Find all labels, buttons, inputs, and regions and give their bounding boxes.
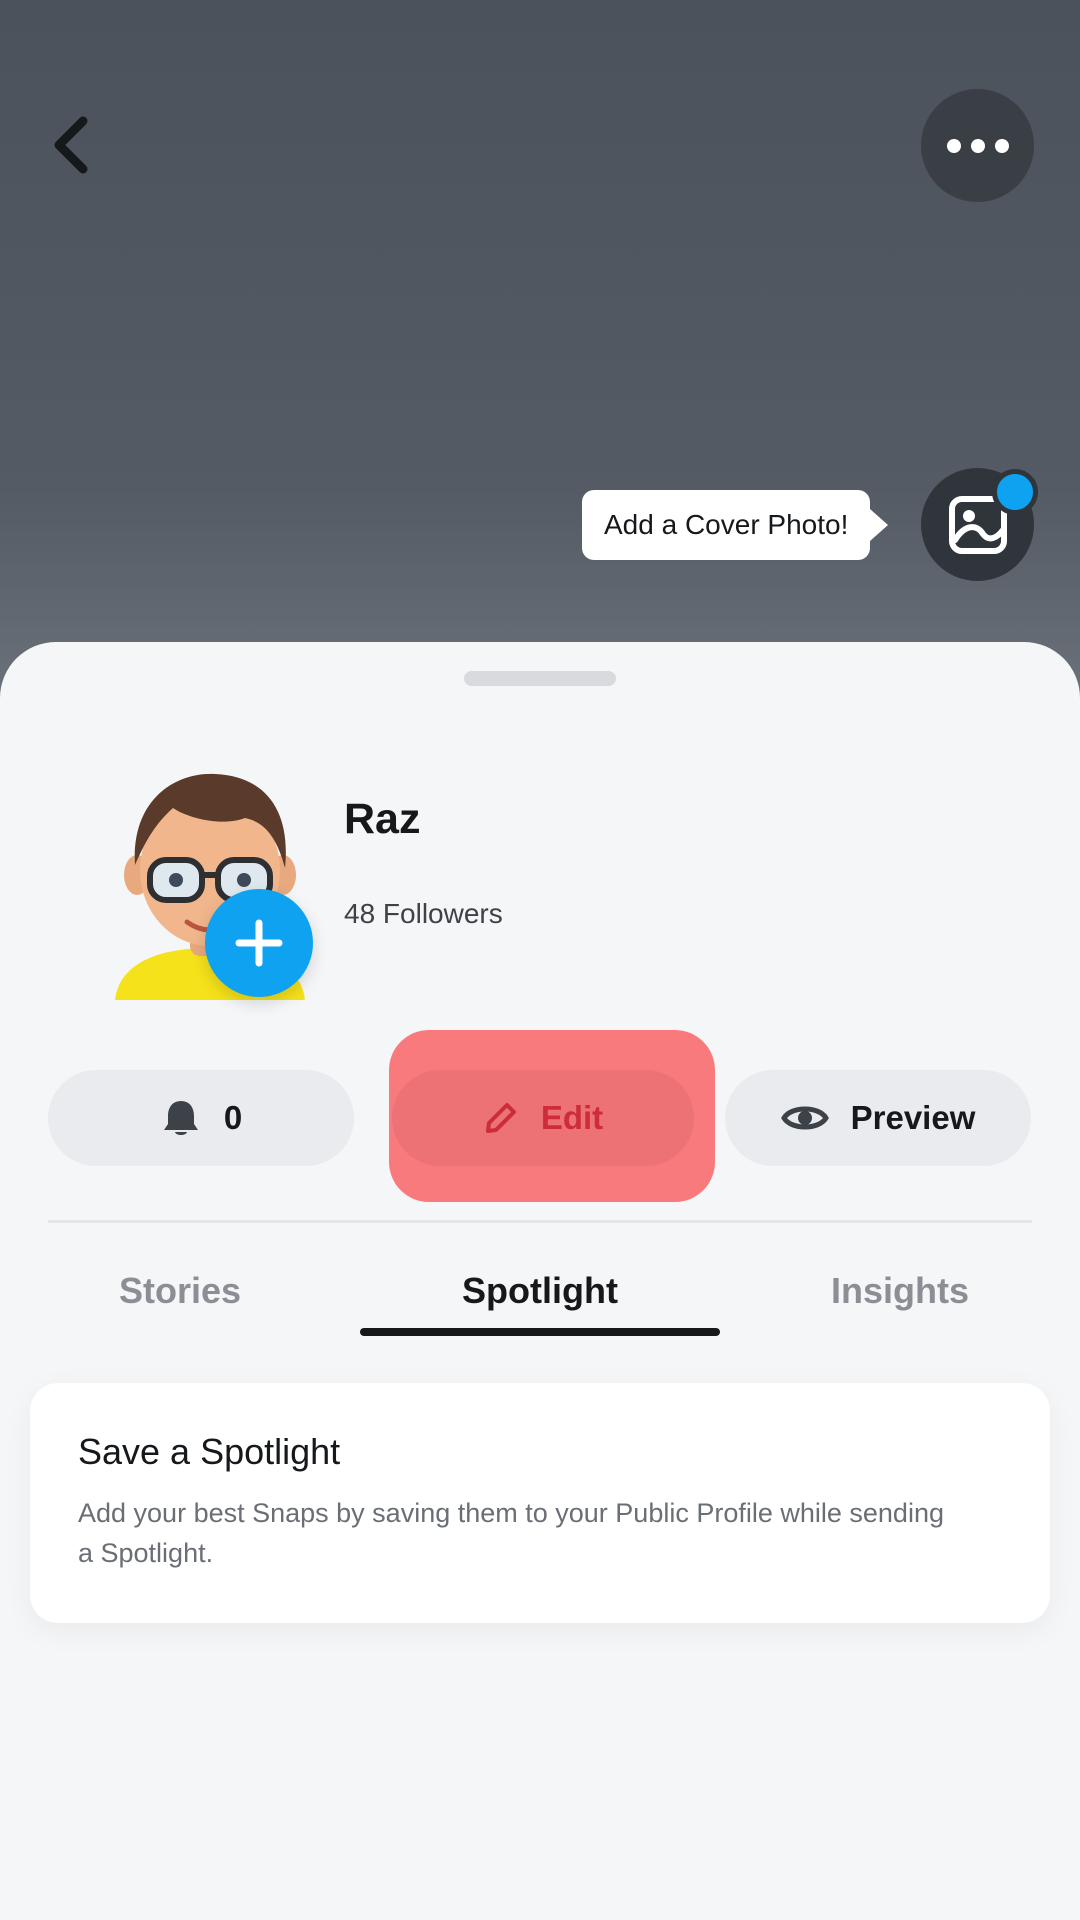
tab-spotlight[interactable]: Spotlight (360, 1270, 720, 1312)
plus-icon (235, 919, 283, 967)
chevron-left-icon (54, 116, 88, 174)
bell-icon (163, 1101, 198, 1135)
profile-name: Raz (344, 795, 421, 843)
active-tab-indicator (360, 1328, 720, 1336)
save-spotlight-card[interactable]: Save a Spotlight Add your best Snaps by … (30, 1383, 1050, 1623)
eye-icon (780, 1106, 829, 1130)
tab-insights[interactable]: Insights (800, 1270, 1000, 1312)
cover-photo-tooltip[interactable]: Add a Cover Photo! (582, 490, 889, 560)
card-description: Add your best Snaps by saving them to yo… (78, 1498, 944, 1568)
preview-button[interactable]: Preview (725, 1070, 1031, 1166)
notification-dot (992, 469, 1038, 515)
more-options-button[interactable] (921, 89, 1034, 202)
subscribers-count: 0 (223, 1099, 243, 1136)
pencil-icon (485, 1103, 516, 1133)
card-title: Save a Spotlight (78, 1431, 341, 1472)
divider (48, 1220, 1032, 1223)
tab-stories[interactable]: Stories (86, 1270, 274, 1312)
back-button[interactable] (36, 105, 106, 185)
subscribers-button[interactable]: 0 (48, 1070, 354, 1166)
followers-count[interactable]: 48 Followers (344, 898, 503, 930)
edit-button[interactable]: Edit (392, 1070, 694, 1166)
edit-label: Edit (540, 1099, 604, 1136)
more-dots-icon (946, 138, 961, 153)
add-friend-button[interactable] (205, 889, 313, 997)
preview-label: Preview (850, 1099, 976, 1136)
more-dot (994, 138, 1009, 153)
cover-area (0, 0, 1080, 700)
more-dot (970, 138, 985, 153)
sheet-handle[interactable] (464, 671, 616, 686)
